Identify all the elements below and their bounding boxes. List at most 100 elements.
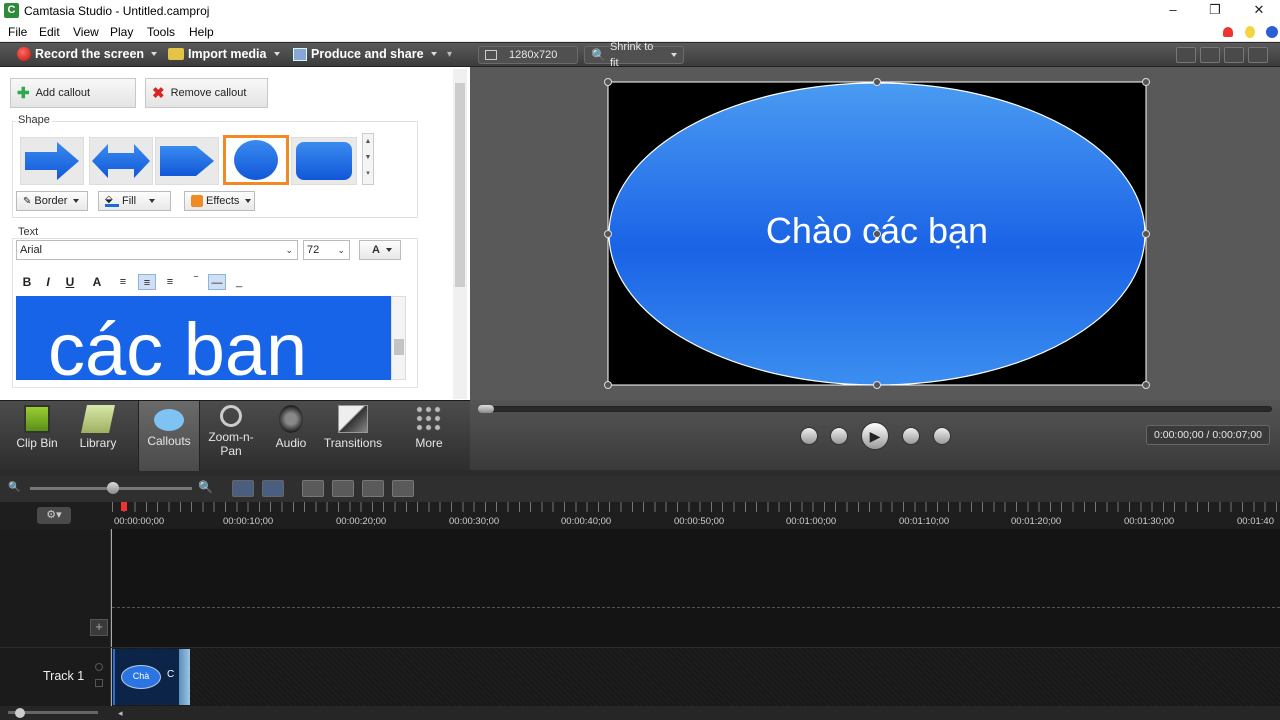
fill-dropdown[interactable]: ⬙ Fill bbox=[98, 191, 171, 211]
tab-more[interactable]: More bbox=[398, 401, 460, 471]
tab-library-label: Library bbox=[79, 436, 117, 450]
skip-start-icon[interactable] bbox=[800, 427, 818, 445]
undo-icon[interactable] bbox=[232, 480, 254, 497]
callout-clip[interactable]: Chà C bbox=[113, 649, 190, 705]
border-dropdown[interactable]: ✎ Border bbox=[16, 191, 88, 211]
menu-view[interactable]: View bbox=[73, 25, 99, 39]
camtasia-app-icon: C bbox=[4, 3, 19, 18]
add-callout-button[interactable]: ✚ Add callout bbox=[10, 78, 136, 108]
rewind-icon[interactable] bbox=[830, 427, 848, 445]
clip-transition-edge[interactable] bbox=[179, 649, 190, 705]
redo-icon[interactable] bbox=[262, 480, 284, 497]
editor-scrollbar[interactable] bbox=[391, 296, 406, 380]
tab-transitions[interactable]: Transitions bbox=[320, 401, 386, 471]
crop-icon[interactable] bbox=[1176, 47, 1196, 63]
scroll-left-icon[interactable]: ◂ bbox=[118, 708, 123, 719]
callout-text-editor[interactable]: các ban bbox=[16, 296, 391, 380]
panel-scrollbar[interactable] bbox=[453, 69, 467, 399]
paste-icon[interactable] bbox=[392, 480, 414, 497]
track-1-label: Track 1 bbox=[43, 669, 85, 683]
track-1-lane[interactable] bbox=[112, 648, 1280, 706]
shape-arrow-right[interactable] bbox=[20, 137, 84, 185]
menu-edit[interactable]: Edit bbox=[39, 25, 60, 39]
font-value: Arial bbox=[20, 244, 43, 256]
remove-callout-button[interactable]: ✖ Remove callout bbox=[145, 78, 268, 108]
scrub-handle[interactable] bbox=[478, 405, 494, 413]
ruler-ticks bbox=[112, 502, 1280, 512]
toolbar-overflow-icon[interactable]: ▾ bbox=[447, 49, 452, 60]
tab-audio-label: Audio bbox=[275, 436, 307, 450]
ruler-tick-label: 00:00:20;00 bbox=[336, 516, 387, 527]
tab-callouts[interactable]: Callouts bbox=[138, 401, 200, 471]
cut-icon[interactable] bbox=[302, 480, 324, 497]
font-size-select[interactable]: 72 ⌄ bbox=[303, 240, 350, 260]
tab-library[interactable]: Library bbox=[67, 401, 129, 471]
playhead-marker[interactable] bbox=[121, 502, 127, 511]
plus-icon: ✚ bbox=[17, 85, 30, 102]
font-size-value: 72 bbox=[307, 244, 320, 256]
track-height-thumb[interactable] bbox=[15, 708, 25, 718]
record-screen-button[interactable]: Record the screen bbox=[17, 47, 158, 61]
track-lock-icon[interactable] bbox=[95, 679, 103, 687]
menu-play[interactable]: Play bbox=[110, 25, 133, 39]
editor-scroll-thumb[interactable] bbox=[394, 339, 404, 355]
pan-hand-icon[interactable] bbox=[1200, 47, 1220, 63]
tab-audio[interactable]: Audio bbox=[260, 401, 322, 471]
font-color-dropdown[interactable]: A bbox=[359, 240, 401, 260]
zoom-in-icon[interactable]: 🔍 bbox=[198, 480, 216, 496]
split-icon[interactable] bbox=[332, 480, 354, 497]
skip-end-icon[interactable] bbox=[933, 427, 951, 445]
play-icon[interactable]: ▶ bbox=[861, 422, 889, 450]
detach-preview-icon[interactable] bbox=[1248, 47, 1268, 63]
produce-share-button[interactable]: Produce and share bbox=[293, 47, 437, 61]
help-icon[interactable] bbox=[1266, 26, 1278, 38]
align-right-icon[interactable]: ≡ bbox=[161, 274, 179, 290]
add-track-icon[interactable]: + bbox=[90, 619, 108, 636]
notification-count[interactable]: 5 bbox=[1214, 26, 1220, 38]
tab-zoom-n-pan[interactable]: Zoom-n-Pan bbox=[200, 401, 262, 471]
menu-help[interactable]: Help bbox=[189, 25, 214, 39]
zoom-slider-thumb[interactable] bbox=[107, 482, 119, 494]
valign-bottom-icon[interactable]: _ bbox=[230, 274, 248, 290]
bell-icon[interactable] bbox=[1223, 27, 1233, 37]
zoom-dropdown[interactable]: 🔍 Shrink to fit bbox=[584, 41, 684, 69]
bold-icon[interactable]: B bbox=[18, 274, 36, 290]
timeline-settings-gear-icon[interactable]: ⚙▾ bbox=[37, 507, 71, 524]
track-visibility-icon[interactable] bbox=[95, 663, 103, 671]
tab-clip-bin-label: Clip Bin bbox=[16, 436, 58, 450]
zoom-out-icon[interactable]: 🔍 bbox=[8, 482, 22, 496]
shape-rounded-rect[interactable] bbox=[291, 137, 357, 185]
valign-top-icon[interactable]: ‾ bbox=[187, 274, 205, 290]
dimensions-dropdown[interactable]: 1280x720 bbox=[478, 46, 578, 64]
italic-icon[interactable]: I bbox=[39, 274, 57, 290]
font-select[interactable]: Arial ⌄ bbox=[16, 240, 298, 260]
align-left-icon[interactable]: ≡ bbox=[114, 274, 132, 290]
track-insert-line bbox=[112, 607, 1280, 608]
effects-dropdown[interactable]: Effects bbox=[184, 191, 255, 211]
fast-forward-icon[interactable] bbox=[902, 427, 920, 445]
timeline-hscroll[interactable] bbox=[0, 706, 1280, 720]
double-arrow-icon bbox=[92, 144, 150, 178]
magnifier-icon: 🔍 bbox=[591, 48, 606, 62]
menu-tools[interactable]: Tools bbox=[147, 25, 175, 39]
underline-icon[interactable]: U bbox=[61, 274, 79, 290]
lightbulb-icon[interactable] bbox=[1245, 26, 1255, 38]
shape-double-arrow[interactable] bbox=[89, 137, 153, 185]
minimize-button[interactable]: – bbox=[1150, 0, 1196, 22]
close-button[interactable]: ✕ bbox=[1236, 0, 1280, 22]
tab-transitions-label: Transitions bbox=[323, 436, 383, 450]
menu-file[interactable]: File bbox=[8, 25, 27, 39]
scrub-bar[interactable] bbox=[480, 406, 1272, 412]
shape-pentagon-arrow[interactable] bbox=[155, 137, 219, 185]
shape-scroll-buttons[interactable]: ▲ ▼ ▾ bbox=[362, 133, 374, 185]
import-media-button[interactable]: Import media bbox=[168, 47, 280, 61]
text-color-icon[interactable]: A bbox=[88, 274, 106, 290]
fullscreen-icon[interactable] bbox=[1224, 47, 1244, 63]
restore-button[interactable]: ❐ bbox=[1192, 0, 1238, 22]
shape-ellipse[interactable] bbox=[223, 135, 289, 185]
panel-scroll-thumb[interactable] bbox=[455, 83, 465, 287]
align-center-icon[interactable]: ≡ bbox=[138, 274, 156, 290]
copy-icon[interactable] bbox=[362, 480, 384, 497]
tab-clip-bin[interactable]: Clip Bin bbox=[6, 401, 68, 471]
valign-middle-icon[interactable]: ― bbox=[208, 274, 226, 290]
